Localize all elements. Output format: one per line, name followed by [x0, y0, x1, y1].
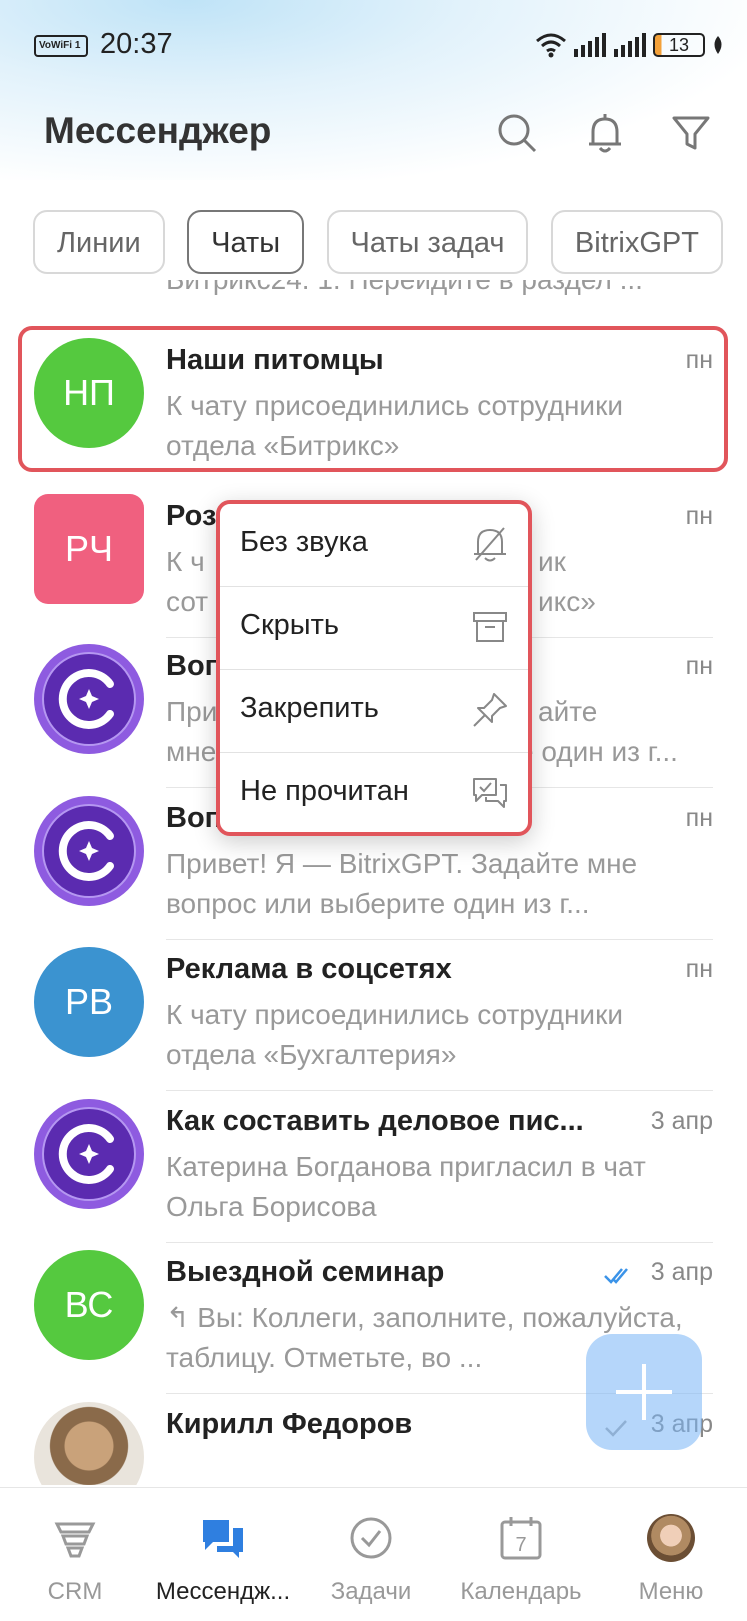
calendar-day: 7 — [515, 1534, 526, 1556]
menu-item-label: Закрепить — [240, 692, 379, 724]
crm-icon — [54, 1522, 96, 1558]
page-title: Мессенджер — [44, 110, 272, 151]
chat-date: пн — [685, 652, 713, 680]
chat-row[interactable]: РВ Реклама в соцсетях пн К чату присоеди… — [0, 935, 747, 1091]
chat-preview: Битрикс24. 1. Перейдите в раздел ... — [166, 280, 711, 300]
nav-messenger[interactable]: Мессендж... — [148, 1488, 298, 1621]
nav-label: Календарь — [460, 1578, 582, 1605]
chat-row[interactable]: Как составить деловое пис... 3 апр Катер… — [0, 1087, 747, 1243]
menu-item-label: Без звука — [240, 526, 368, 558]
preview-text: ик — [538, 546, 566, 577]
nav-calendar[interactable]: 7 Календарь — [446, 1488, 596, 1621]
menu-item-hide[interactable]: Скрыть — [220, 587, 528, 670]
filter-icon[interactable] — [670, 112, 712, 154]
chat-title: Роз — [166, 500, 217, 532]
bitrixgpt-logo-icon — [42, 1107, 136, 1201]
tab-lines[interactable]: Линии — [33, 210, 165, 274]
chat-title: Как составить деловое пис... — [166, 1105, 584, 1137]
preview-text: При — [166, 696, 218, 727]
new-chat-button[interactable] — [586, 1334, 702, 1450]
nav-label: Меню — [638, 1578, 704, 1605]
filter-tabs: Линии Чаты Чаты задач BitrixGPT — [33, 210, 747, 278]
unread-chat-icon — [473, 778, 507, 808]
menu-item-label: Скрыть — [240, 609, 339, 641]
leaf-icon — [714, 36, 722, 54]
status-icons: 13 — [535, 30, 725, 60]
chat-date: пн — [685, 955, 713, 983]
avatar: ВС — [34, 1250, 144, 1360]
nav-label: Мессендж... — [155, 1578, 291, 1605]
status-bar: VoWiFi 1 20:37 13 — [0, 0, 747, 90]
chat-preview: Катерина Богданова пригласил в чат Ольга… — [166, 1151, 646, 1222]
signal-icon — [574, 33, 606, 57]
messenger-icon — [203, 1520, 243, 1558]
chat-title: Реклама в соцсетях — [166, 953, 452, 985]
chat-date: пн — [685, 502, 713, 530]
bell-icon[interactable] — [584, 112, 626, 154]
avatar: РЧ — [34, 494, 144, 604]
nav-crm[interactable]: CRM — [0, 1488, 150, 1621]
search-icon[interactable] — [496, 112, 538, 154]
bitrixgpt-logo-icon — [42, 804, 136, 898]
pin-icon — [473, 693, 507, 727]
chat-date: пн — [685, 804, 713, 832]
calendar-icon: 7 — [500, 1517, 542, 1560]
battery-indicator: 13 — [653, 33, 705, 57]
tasks-icon — [350, 1517, 392, 1559]
avatar — [34, 1099, 144, 1209]
bell-off-icon — [474, 527, 506, 562]
double-check-icon — [604, 1268, 628, 1284]
avatar — [34, 796, 144, 906]
preview-text: е один из г... — [518, 736, 678, 767]
avatar — [34, 644, 144, 754]
status-time: 20:37 — [100, 28, 173, 60]
menu-avatar-icon — [647, 1514, 695, 1562]
nav-label: CRM — [47, 1578, 103, 1605]
chat-title: Кирилл Федоров — [166, 1408, 413, 1440]
vowifi-indicator: VoWiFi 1 — [34, 35, 88, 57]
nav-menu[interactable]: Меню — [596, 1488, 746, 1621]
wifi-icon — [536, 33, 566, 58]
preview-text: К ч — [166, 546, 205, 577]
preview-text: айте — [538, 696, 598, 727]
signal-icon-2 — [614, 33, 646, 57]
tab-bitrixgpt[interactable]: BitrixGPT — [550, 210, 723, 274]
menu-item-mute[interactable]: Без звука — [220, 504, 528, 587]
chat-preview: Привет! Я — BitrixGPT. Задайте мне вопро… — [166, 848, 638, 919]
menu-item-unread[interactable]: Не прочитан — [220, 753, 528, 832]
chat-row-partial[interactable]: Битрикс24. 1. Перейдите в раздел ... — [0, 280, 747, 304]
bottom-nav: CRM Мессендж... Задачи 7 Календарь Меню — [0, 1487, 747, 1621]
context-menu: Без звука Скрыть Закрепить Не прочитан — [216, 500, 532, 836]
archive-icon — [473, 612, 507, 642]
chat-date: 3 апр — [650, 1258, 713, 1286]
nav-tasks[interactable]: Задачи — [296, 1488, 446, 1621]
preview-text: сот — [166, 586, 209, 617]
bitrixgpt-logo-icon — [42, 652, 136, 746]
menu-item-pin[interactable]: Закрепить — [220, 670, 528, 753]
chat-date: 3 апр — [650, 1107, 713, 1135]
chat-title: Выездной семинар — [166, 1256, 445, 1288]
nav-label: Задачи — [330, 1578, 412, 1605]
selected-chat-highlight — [18, 326, 728, 472]
chat-preview: К чату присоединились сотрудники отдела … — [166, 999, 623, 1070]
avatar: РВ — [34, 947, 144, 1057]
menu-item-label: Не прочитан — [240, 775, 409, 807]
avatar — [34, 1402, 144, 1485]
preview-text: икс» — [538, 586, 596, 617]
tab-task-chats[interactable]: Чаты задач — [326, 210, 529, 274]
preview-text: мне — [166, 736, 217, 767]
tab-chats[interactable]: Чаты — [187, 210, 305, 274]
